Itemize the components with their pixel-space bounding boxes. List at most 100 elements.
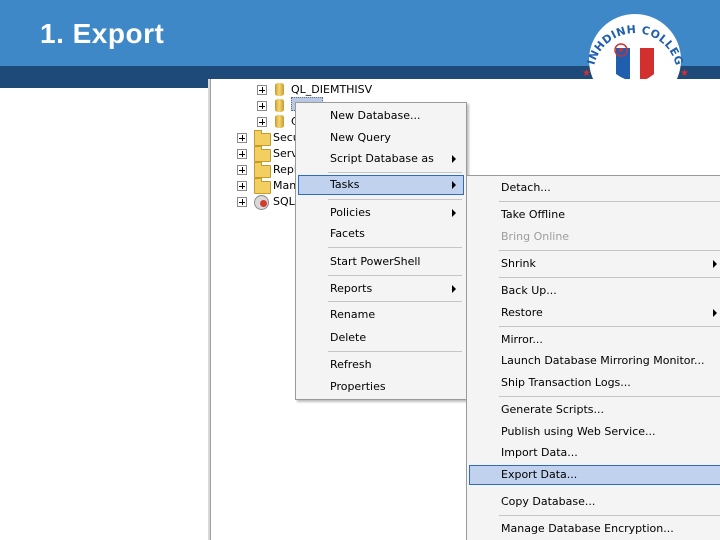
menu-item-shrink[interactable]: Shrink: [469, 254, 720, 274]
menu-item-policies[interactable]: Policies: [298, 203, 464, 223]
menu-item-mirror[interactable]: Mirror...: [469, 330, 720, 350]
menu-item-label: Mirror...: [501, 333, 543, 346]
menu-item-label: Import Data...: [501, 446, 578, 459]
menu-separator: [328, 351, 462, 352]
tree-item-sql-agent[interactable]: SQL: [237, 194, 297, 210]
menu-item-label: Properties: [330, 380, 386, 393]
menu-item-restore[interactable]: Restore: [469, 303, 720, 323]
menu-item-label: Ship Transaction Logs...: [501, 376, 631, 389]
tree-item-management[interactable]: Mana: [237, 178, 303, 194]
menu-item-copy-database[interactable]: Copy Database...: [469, 492, 720, 512]
menu-separator: [328, 275, 462, 276]
menu-item-label: New Query: [330, 131, 391, 144]
menu-item-export-data[interactable]: Export Data...: [469, 465, 720, 485]
menu-item-label: Back Up...: [501, 284, 557, 297]
expand-icon[interactable]: [237, 133, 247, 143]
menu-item-label: New Database...: [330, 109, 421, 122]
tree-item-replication[interactable]: Repli: [237, 162, 300, 178]
menu-item-detach[interactable]: Detach...: [469, 178, 720, 198]
svg-text:★: ★: [680, 68, 689, 79]
expand-icon[interactable]: [237, 181, 247, 191]
database-context-menu: New Database... New Query Script Databas…: [295, 102, 467, 400]
menu-item-label: Bring Online: [501, 230, 570, 243]
svg-text:★: ★: [582, 68, 591, 79]
menu-item-label: Start PowerShell: [330, 255, 421, 268]
menu-item-rename[interactable]: Rename: [298, 305, 464, 325]
expand-icon[interactable]: [257, 101, 267, 111]
menu-item-label: Detach...: [501, 181, 551, 194]
menu-separator: [499, 396, 720, 397]
submenu-arrow-icon: [713, 309, 717, 317]
menu-separator: [499, 277, 720, 278]
menu-separator: [328, 172, 462, 173]
menu-item-start-powershell[interactable]: Start PowerShell: [298, 252, 464, 272]
menu-item-publish-web-service[interactable]: Publish using Web Service...: [469, 422, 720, 442]
database-icon: [275, 99, 284, 112]
tree-item-database[interactable]: QL_DIEMTHISV: [257, 82, 417, 98]
menu-separator: [328, 199, 462, 200]
menu-separator: [499, 515, 720, 516]
expand-icon[interactable]: [237, 165, 247, 175]
menu-item-new-database[interactable]: New Database...: [298, 106, 464, 126]
tree-item-label: QL_DIEMTHISV: [291, 83, 373, 96]
menu-separator: [328, 247, 462, 248]
tree-item-server-objects[interactable]: Serv: [237, 146, 298, 162]
college-logo: BINHDINH COLLEGE ★ ★: [572, 4, 689, 88]
tasks-submenu: Detach... Take Offline Bring Online Shri…: [466, 175, 720, 540]
menu-item-label: Copy Database...: [501, 495, 596, 508]
menu-item-label: Shrink: [501, 257, 536, 270]
menu-item-label: Policies: [330, 206, 371, 219]
submenu-arrow-icon: [452, 155, 456, 163]
folder-icon: [254, 146, 271, 162]
menu-item-generate-scripts[interactable]: Generate Scripts...: [469, 400, 720, 420]
menu-item-label: Script Database as: [330, 152, 434, 165]
menu-item-delete[interactable]: Delete: [298, 328, 464, 348]
tree-item-label: SQL: [273, 195, 295, 208]
menu-item-label: Refresh: [330, 358, 372, 371]
submenu-arrow-icon: [452, 285, 456, 293]
menu-item-import-data[interactable]: Import Data...: [469, 443, 720, 463]
menu-item-launch-mirroring-monitor[interactable]: Launch Database Mirroring Monitor...: [469, 351, 720, 371]
database-icon: [275, 115, 284, 128]
submenu-arrow-icon: [713, 260, 717, 268]
submenu-arrow-icon: [452, 181, 456, 189]
menu-item-refresh[interactable]: Refresh: [298, 355, 464, 375]
menu-separator: [328, 301, 462, 302]
menu-item-label: Generate Scripts...: [501, 403, 604, 416]
menu-item-label: Tasks: [330, 178, 360, 191]
expand-icon[interactable]: [257, 85, 267, 95]
folder-icon: [254, 178, 271, 194]
menu-item-label: Reports: [330, 282, 373, 295]
tree-item-security[interactable]: Secu: [237, 130, 300, 146]
menu-item-label: Publish using Web Service...: [501, 425, 656, 438]
expand-icon[interactable]: [237, 197, 247, 207]
menu-item-tasks[interactable]: Tasks: [298, 175, 464, 195]
menu-item-label: Rename: [330, 308, 376, 321]
menu-item-label: Take Offline: [501, 208, 565, 221]
menu-item-label: Manage Database Encryption...: [501, 522, 674, 535]
folder-icon: [254, 162, 271, 178]
menu-item-ship-transaction-logs[interactable]: Ship Transaction Logs...: [469, 373, 720, 393]
menu-item-label: Launch Database Mirroring Monitor...: [501, 354, 705, 367]
menu-item-label: Restore: [501, 306, 543, 319]
sql-agent-icon: [254, 195, 269, 210]
folder-icon: [254, 130, 271, 146]
menu-separator: [499, 250, 720, 251]
menu-item-properties[interactable]: Properties: [298, 377, 464, 397]
menu-item-script-database-as[interactable]: Script Database as: [298, 149, 464, 169]
menu-item-label: Delete: [330, 331, 367, 344]
menu-item-reports[interactable]: Reports: [298, 279, 464, 299]
slide-title: 1. Export: [40, 18, 165, 49]
menu-separator: [499, 326, 720, 327]
menu-item-back-up[interactable]: Back Up...: [469, 281, 720, 301]
menu-item-bring-online: Bring Online: [469, 227, 720, 247]
ssms-screenshot: QL_DIEMTHISV C Secu Serv Repli: [210, 79, 720, 540]
menu-item-take-offline[interactable]: Take Offline: [469, 205, 720, 225]
menu-item-manage-encryption[interactable]: Manage Database Encryption...: [469, 519, 720, 539]
expand-icon[interactable]: [237, 149, 247, 159]
expand-icon[interactable]: [257, 117, 267, 127]
database-icon: [275, 83, 284, 96]
menu-item-label: Facets: [330, 227, 365, 240]
menu-item-new-query[interactable]: New Query: [298, 128, 464, 148]
menu-item-facets[interactable]: Facets: [298, 224, 464, 244]
